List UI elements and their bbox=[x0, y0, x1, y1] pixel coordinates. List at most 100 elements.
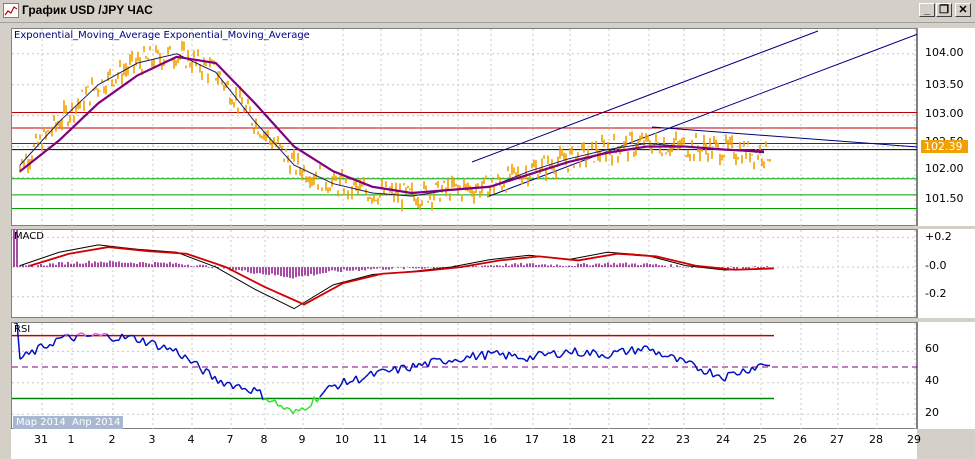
rsi-panel[interactable]: RSI bbox=[11, 322, 918, 430]
rsi-segment bbox=[253, 386, 258, 392]
month-label: Мар 2014 bbox=[13, 416, 69, 429]
x-tick-day: 10 bbox=[335, 433, 349, 446]
rsi-segment bbox=[145, 342, 150, 347]
rsi-segment bbox=[733, 371, 738, 376]
rsi-segment bbox=[376, 369, 381, 373]
rsi-segment bbox=[490, 351, 495, 354]
rsi-segment bbox=[700, 368, 705, 375]
rsi-segment bbox=[127, 334, 132, 338]
y-tick: -0.0 bbox=[925, 259, 947, 272]
restore-button[interactable]: ❐ bbox=[936, 3, 952, 17]
rsi-segment bbox=[433, 357, 438, 360]
rsi-segment bbox=[154, 341, 159, 350]
x-tick-day: 1 bbox=[67, 433, 75, 446]
x-tick-day: 17 bbox=[525, 433, 539, 446]
macd-y-axis: +0.2 -0.0 -0.2 bbox=[917, 229, 975, 318]
rsi-segment bbox=[46, 343, 51, 349]
macd-chart bbox=[12, 230, 918, 319]
rsi-segment bbox=[184, 354, 189, 360]
rsi-segment bbox=[319, 392, 324, 398]
x-tick-day: 16 bbox=[483, 433, 497, 446]
y-tick: 103.50 bbox=[925, 78, 964, 91]
rsi-segment bbox=[151, 339, 156, 343]
window-title: График USD /JPY ЧАС bbox=[22, 3, 153, 17]
rsi-segment bbox=[430, 357, 435, 360]
rsi-segment bbox=[355, 375, 360, 384]
rsi-segment bbox=[559, 353, 564, 358]
rsi-segment bbox=[712, 374, 717, 378]
rsi-segment bbox=[313, 396, 318, 403]
rsi-segment bbox=[688, 360, 693, 363]
x-tick-day: 28 bbox=[869, 433, 883, 446]
rsi-segment bbox=[451, 358, 456, 363]
rsi-segment bbox=[37, 343, 42, 347]
y-tick: 104.00 bbox=[925, 46, 964, 59]
rsi-segment bbox=[331, 384, 336, 387]
x-tick-day: 4 bbox=[187, 433, 195, 446]
rsi-segment bbox=[718, 374, 723, 380]
rsi-segment bbox=[691, 361, 696, 366]
x-tick-day: 27 bbox=[830, 433, 844, 446]
title-bar[interactable]: График USD /JPY ЧАС _ ❐ ✕ bbox=[0, 0, 975, 23]
rsi-segment bbox=[58, 336, 63, 339]
rsi-segment bbox=[652, 348, 657, 356]
rsi-segment bbox=[289, 408, 294, 415]
rsi-segment bbox=[625, 350, 630, 356]
rsi-segment bbox=[397, 365, 402, 374]
chart-window-icon bbox=[3, 3, 19, 18]
rsi-segment bbox=[175, 348, 180, 356]
rsi-segment bbox=[292, 408, 297, 415]
rsi-segment bbox=[385, 369, 390, 373]
rsi-segment bbox=[679, 356, 684, 360]
rsi-segment bbox=[475, 355, 480, 361]
rsi-segment bbox=[571, 347, 576, 355]
x-axis: 31 1 2 3 4 7 8 9 10 11 14 15 16 17 18 21 22 23 24 25 26 27 28 2… bbox=[11, 429, 921, 459]
rsi-segment bbox=[94, 332, 99, 335]
rsi-segment bbox=[34, 345, 39, 355]
rsi-segment bbox=[190, 360, 195, 364]
y-tick: 103.00 bbox=[925, 107, 964, 120]
rsi-segment bbox=[526, 355, 531, 362]
rsi-segment bbox=[286, 406, 291, 410]
minimize-button[interactable]: _ bbox=[919, 3, 935, 17]
rsi-segment bbox=[328, 384, 333, 387]
rsi-segment bbox=[583, 349, 588, 356]
rsi-segment bbox=[106, 333, 111, 340]
rsi-segment bbox=[658, 351, 663, 358]
macd-panel[interactable]: MACD bbox=[11, 229, 918, 319]
rsi-segment bbox=[445, 359, 450, 365]
rsi-segment bbox=[739, 368, 744, 375]
rsi-segment bbox=[148, 339, 153, 344]
rsi-segment bbox=[112, 339, 117, 343]
rsi-segment bbox=[481, 351, 486, 361]
macd-line bbox=[19, 244, 765, 310]
rsi-segment bbox=[601, 353, 606, 358]
rsi-segment bbox=[502, 352, 507, 360]
rsi-segment bbox=[307, 405, 312, 409]
y-tick: 101.50 bbox=[925, 192, 964, 205]
rsi-y-axis: 60 40 20 bbox=[917, 322, 975, 429]
x-tick-day: 31 bbox=[34, 433, 48, 446]
rsi-segment bbox=[133, 335, 138, 343]
ema-line bbox=[19, 55, 765, 195]
rsi-segment bbox=[238, 384, 243, 390]
rsi-segment bbox=[607, 355, 612, 359]
rsi-segment bbox=[382, 368, 387, 371]
rsi-segment bbox=[52, 338, 57, 347]
rsi-segment bbox=[364, 373, 369, 379]
rsi-chart bbox=[12, 323, 918, 430]
rsi-segment bbox=[532, 354, 537, 361]
rsi-segment bbox=[124, 335, 129, 340]
x-tick-day: 2 bbox=[108, 433, 116, 446]
rsi-segment bbox=[268, 400, 273, 403]
y-tick: -0.2 bbox=[925, 287, 947, 300]
x-tick-day: 23 bbox=[676, 433, 690, 446]
x-tick-day: 26 bbox=[793, 433, 807, 446]
rsi-segment bbox=[295, 408, 300, 412]
rsi-segment bbox=[460, 359, 465, 363]
y-tick: +0.2 bbox=[925, 230, 952, 243]
price-chart-panel[interactable]: Exponential_Moving_Average Exponential_M… bbox=[11, 28, 918, 227]
close-button[interactable]: ✕ bbox=[955, 3, 971, 17]
rsi-segment bbox=[736, 373, 741, 376]
rsi-segment bbox=[199, 368, 204, 375]
